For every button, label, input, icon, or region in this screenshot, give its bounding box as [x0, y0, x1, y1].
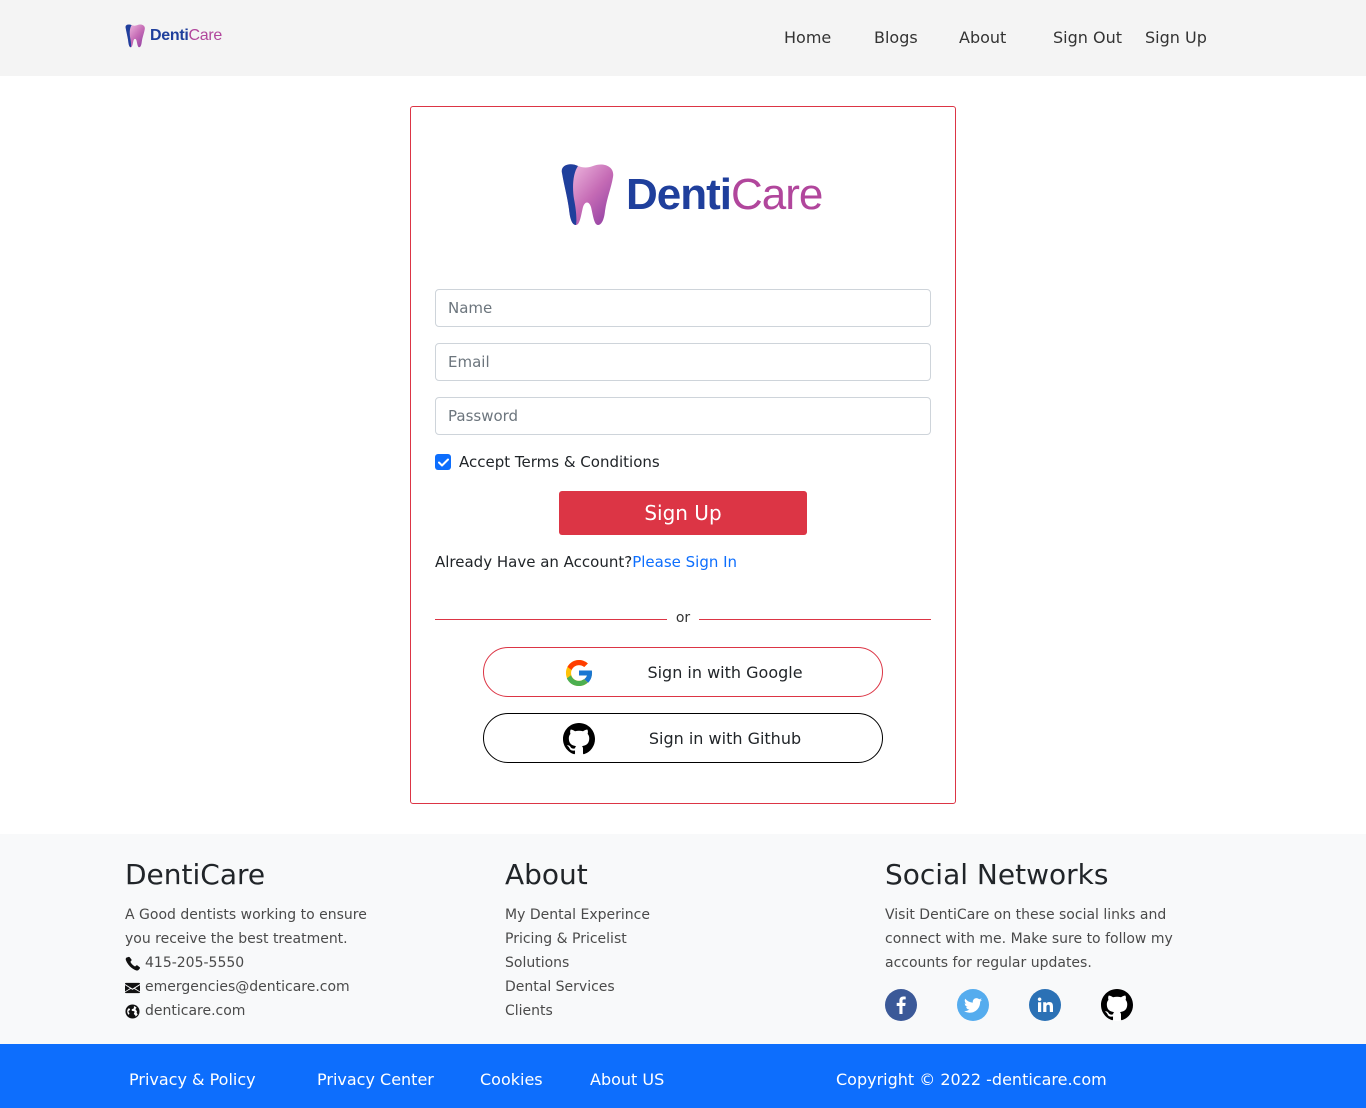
footer-phone: 415-205-5550: [125, 951, 385, 975]
github-signin-button[interactable]: Sign in with Github: [483, 713, 883, 763]
card-brand-name: DentiCare: [626, 170, 823, 219]
tooth-logo-icon: [561, 164, 614, 225]
divider-line-right: [699, 619, 931, 620]
github-signin-label: Sign in with Github: [648, 728, 802, 748]
privacy-policy-link[interactable]: Privacy & Policy: [129, 1070, 256, 1089]
footer-phone-text: 415-205-5550: [145, 955, 245, 971]
nav-sign-up[interactable]: Sign Up: [1145, 28, 1207, 47]
footer-web: denticare.com: [125, 999, 385, 1023]
footer-about-link[interactable]: Pricing & Pricelist: [505, 927, 765, 951]
envelope-icon: [125, 982, 140, 993]
phone-icon: [125, 956, 140, 971]
card-logo: DentiCare: [558, 163, 823, 227]
twitter-icon[interactable]: [957, 989, 989, 1021]
google-signin-label: Sign in with Google: [647, 662, 803, 682]
brand-logo[interactable]: DentiCare: [124, 24, 222, 48]
bottom-bar: Privacy & Policy Privacy Center Cookies …: [0, 1044, 1366, 1108]
top-navbar: DentiCare Home Blogs About Sign Out Sign…: [0, 0, 1366, 76]
footer-social-title: Social Networks: [885, 858, 1109, 891]
check-icon: [437, 458, 449, 466]
tooth-logo-icon: [125, 24, 145, 48]
have-account-text: Already Have an Account?Please Sign In: [435, 553, 737, 571]
please-sign-in-link[interactable]: Please Sign In: [632, 553, 737, 571]
footer: DentiCare A Good dentists working to ens…: [0, 834, 1366, 1044]
facebook-icon[interactable]: [885, 989, 917, 1021]
footer-email: emergencies@denticare.com: [125, 975, 385, 999]
have-account-label: Already Have an Account?: [435, 553, 633, 571]
nav-blogs[interactable]: Blogs: [874, 28, 918, 47]
social-icons: [885, 989, 1175, 1021]
footer-social-desc: Visit DentiCare on these social links an…: [885, 907, 1173, 971]
nav-sign-out[interactable]: Sign Out: [1053, 28, 1122, 47]
globe-icon: [125, 1003, 140, 1019]
footer-email-text: emergencies@denticare.com: [145, 979, 350, 995]
footer-about-link[interactable]: Clients: [505, 999, 765, 1023]
nav-home[interactable]: Home: [784, 28, 831, 47]
linkedin-icon[interactable]: [1029, 989, 1061, 1021]
cookies-link[interactable]: Cookies: [480, 1070, 543, 1089]
brand-name: DentiCare: [150, 27, 222, 44]
footer-col-social: Social Networks Visit DentiCare on these…: [885, 858, 1175, 1021]
nav-about[interactable]: About: [959, 28, 1006, 47]
footer-about-link[interactable]: Dental Services: [505, 975, 765, 999]
name-field[interactable]: [435, 289, 931, 327]
copyright-text: Copyright © 2022 -denticare.com: [836, 1070, 1107, 1089]
github-social-icon[interactable]: [1101, 989, 1133, 1021]
divider-line-left: [435, 619, 667, 620]
email-field[interactable]: [435, 343, 931, 381]
password-field[interactable]: [435, 397, 931, 435]
privacy-center-link[interactable]: Privacy Center: [317, 1070, 434, 1089]
terms-label: Accept Terms & Conditions: [459, 453, 660, 471]
footer-about-link[interactable]: My Dental Experince: [505, 903, 765, 927]
terms-checkbox-row[interactable]: Accept Terms & Conditions: [435, 453, 660, 471]
footer-col-about: About My Dental Experince Pricing & Pric…: [505, 858, 765, 1023]
footer-about-list: My Dental Experince Pricing & Pricelist …: [505, 903, 765, 1023]
footer-brand-desc: A Good dentists working to ensure you re…: [125, 907, 367, 947]
divider-or-text: or: [675, 610, 691, 626]
footer-web-text: denticare.com: [145, 1003, 246, 1019]
footer-col-brand: DentiCare A Good dentists working to ens…: [125, 858, 385, 1023]
signup-card: DentiCare Accept Terms & Conditions Sign…: [410, 106, 956, 804]
terms-checkbox[interactable]: [435, 454, 451, 470]
footer-about-title: About: [505, 858, 588, 891]
footer-brand-title: DentiCare: [125, 858, 266, 891]
footer-about-link[interactable]: Solutions: [505, 951, 765, 975]
signup-button[interactable]: Sign Up: [559, 491, 807, 535]
google-signin-button[interactable]: Sign in with Google: [483, 647, 883, 697]
about-us-link[interactable]: About US: [590, 1070, 664, 1089]
